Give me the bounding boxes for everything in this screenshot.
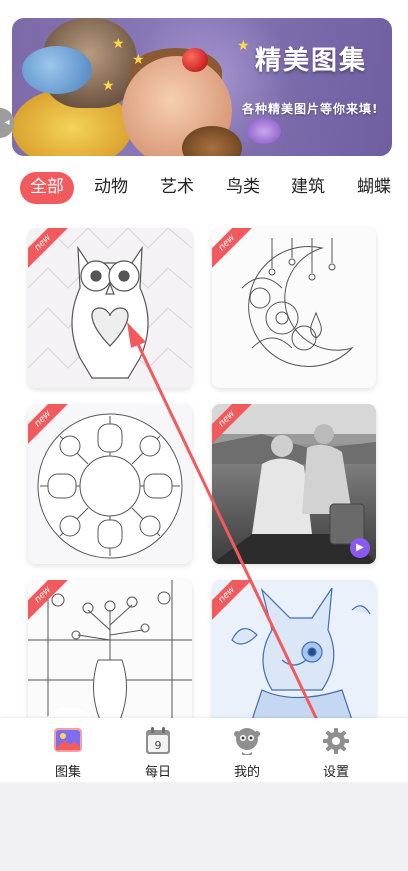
gallery-card-women-photo[interactable]: new ▶ <box>212 404 376 564</box>
tab-butterflies[interactable]: 蝴蝶 <box>357 172 391 204</box>
page-background-footer <box>0 782 408 871</box>
gallery-card-cat[interactable]: new <box>212 580 376 720</box>
promo-banner[interactable]: ★ ★ ★ ★ 精美图集 各种精美图片等你来填! <box>12 18 392 156</box>
nav-gallery-label: 图集 <box>54 765 81 780</box>
bottom-navigation: 图集 9 每日 我的 设置 <box>0 718 408 782</box>
star-icon: ★ <box>132 52 145 68</box>
calendar-day: 9 <box>155 739 162 752</box>
moon-flowers-artwork <box>212 228 376 388</box>
nav-profile[interactable]: 我的 <box>207 718 287 782</box>
banner-bird <box>247 118 281 144</box>
nav-daily[interactable]: 9 每日 <box>118 718 198 782</box>
banner-apple <box>182 48 208 72</box>
tab-art[interactable]: 艺术 <box>160 172 194 204</box>
settings-gear-icon <box>323 728 349 754</box>
nav-profile-label: 我的 <box>233 765 260 780</box>
profile-icon <box>234 728 260 755</box>
banner-title: 精美图集 <box>255 46 368 76</box>
category-tabs: 全部 动物 艺术 鸟类 建筑 蝴蝶 <box>0 172 408 204</box>
vase-artwork <box>28 580 192 720</box>
cat-artwork <box>212 580 376 720</box>
nav-settings-label: 设置 <box>322 765 349 780</box>
tab-animals[interactable]: 动物 <box>94 172 128 204</box>
star-icon: ★ <box>237 38 250 54</box>
owl-artwork <box>28 228 192 388</box>
nav-gallery[interactable]: 图集 <box>28 718 108 782</box>
tab-architecture[interactable]: 建筑 <box>291 172 325 204</box>
handle-icon: ◂ <box>4 117 10 128</box>
nav-daily-label: 每日 <box>144 765 171 780</box>
gallery-card-owl[interactable]: new <box>28 228 192 388</box>
calendar-icon: 9 <box>146 727 170 754</box>
women-photo-artwork <box>212 404 376 564</box>
nav-settings[interactable]: 设置 <box>296 718 376 782</box>
star-icon: ★ <box>112 36 125 52</box>
tab-all[interactable]: 全部 <box>20 172 74 204</box>
gallery-card-vase[interactable]: new <box>28 580 192 720</box>
banner-subtitle: 各种精美图片等你来填! <box>242 102 379 116</box>
app-screen: ★ ★ ★ ★ 精美图集 各种精美图片等你来填! ◂ 全部 动物 艺术 鸟类 建… <box>0 0 408 871</box>
gallery-card-ice-cream[interactable]: new <box>28 404 192 564</box>
video-camera-icon: ▶ <box>350 538 370 558</box>
banner-elephant <box>22 46 92 94</box>
gallery-card-moon-flowers[interactable]: new <box>212 228 376 388</box>
star-icon: ★ <box>102 78 115 94</box>
tab-birds[interactable]: 鸟类 <box>226 172 260 204</box>
ice-cream-artwork <box>28 404 192 564</box>
gallery-icon <box>54 728 82 752</box>
